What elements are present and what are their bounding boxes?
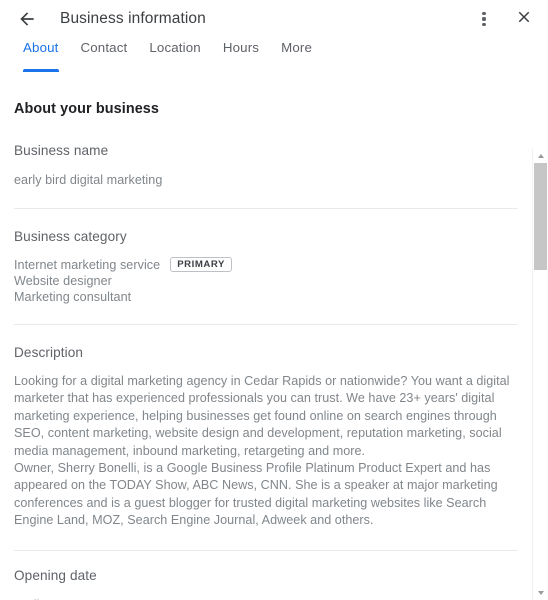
tab-hours[interactable]: Hours (212, 38, 270, 72)
vertical-scrollbar[interactable] (532, 148, 548, 600)
kebab-menu-icon (482, 11, 486, 27)
more-options-button[interactable] (472, 7, 496, 31)
category-value: Marketing consultant (14, 289, 132, 304)
category-primary-value: Internet marketing service (14, 257, 161, 272)
business-name-label: Business name (14, 143, 109, 158)
business-name-value[interactable]: early bird digital marketing (14, 173, 518, 187)
list-item[interactable]: Internet marketing service PRIMARY (14, 256, 518, 273)
description-paragraph: Looking for a digital marketing agency i… (14, 374, 510, 458)
about-panel: About your business Business name early … (0, 74, 532, 600)
arrow-left-icon (17, 9, 37, 29)
back-button[interactable] (14, 6, 40, 32)
tab-bar: About Contact Location Hours More (0, 38, 548, 74)
about-section-heading: About your business (14, 101, 160, 117)
divider (14, 208, 518, 209)
tab-location-label: Location (149, 40, 201, 55)
divider (14, 324, 518, 325)
scrollbar-track[interactable] (533, 163, 548, 585)
dialog-header: Business information (0, 0, 548, 38)
scroll-down-arrow-icon (537, 590, 544, 595)
tab-contact-label: Contact (80, 40, 128, 55)
scrollbar-thumb[interactable] (534, 163, 547, 270)
header-actions (472, 7, 536, 31)
tab-location[interactable]: Location (138, 38, 211, 72)
list-item[interactable]: Marketing consultant (14, 289, 518, 304)
dialog-body: About your business Business name early … (0, 74, 548, 600)
scroll-up-button[interactable] (533, 148, 548, 163)
list-item[interactable]: Website designer (14, 273, 518, 288)
tab-active-indicator (23, 69, 59, 72)
tab-more-label: More (281, 40, 312, 55)
tab-contact[interactable]: Contact (70, 38, 139, 72)
category-value: Website designer (14, 273, 112, 288)
status-badge: PRIMARY (170, 256, 232, 273)
tab-more[interactable]: More (270, 38, 323, 72)
business-category-list: Internet marketing service PRIMARY Websi… (14, 256, 518, 304)
tab-hours-label: Hours (222, 40, 260, 55)
tab-about[interactable]: About (12, 38, 70, 72)
description-paragraph: Owner, Sherry Bonelli, is a Google Busin… (14, 461, 498, 528)
description-label: Description (14, 345, 84, 360)
business-information-dialog: Business information About Contact Locat… (0, 0, 548, 600)
scroll-up-arrow-icon (537, 153, 544, 158)
close-button[interactable] (512, 7, 536, 31)
divider (14, 549, 518, 551)
page-title: Business information (60, 10, 206, 27)
business-category-label: Business category (14, 229, 127, 244)
close-icon (515, 8, 533, 31)
opening-date-label: Opening date (14, 567, 97, 583)
scroll-down-button[interactable] (533, 585, 548, 600)
tab-about-label: About (23, 40, 59, 55)
description-body[interactable]: Looking for a digital marketing agency i… (14, 373, 518, 530)
